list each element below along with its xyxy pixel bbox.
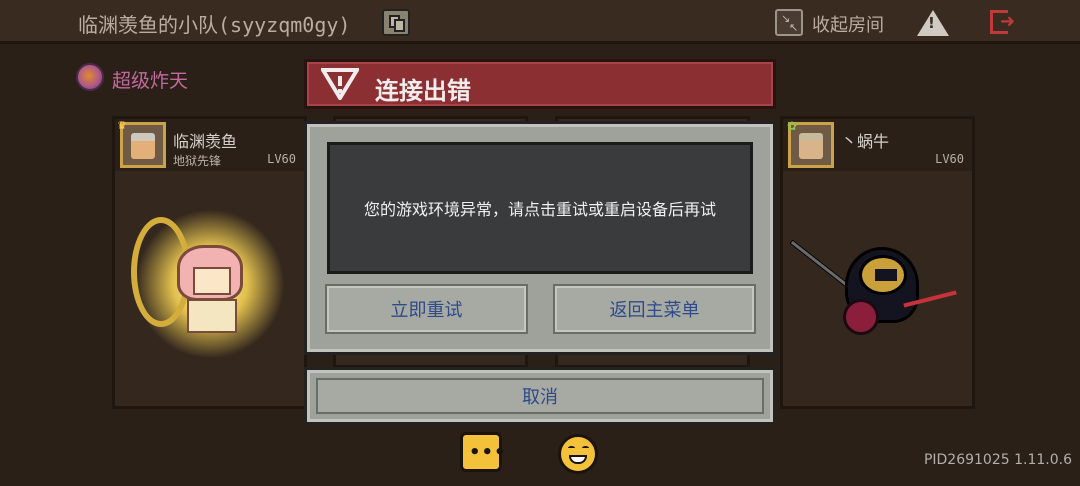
character-face xyxy=(193,267,231,295)
player-role: 地狱先锋 xyxy=(173,154,222,168)
leaf-badge-icon: ✿ xyxy=(787,119,798,133)
main-menu-button[interactable]: 返回主菜单 xyxy=(553,284,756,334)
team-title: 临渊羡鱼的小队(syyzqm0gy) xyxy=(78,13,351,37)
grin-emoji-icon[interactable] xyxy=(558,434,598,474)
warning-shield-icon xyxy=(321,68,359,100)
player-card-header: ✿ 丶蜗牛 LV60 xyxy=(783,119,972,171)
retry-button[interactable]: 立即重试 xyxy=(325,284,528,334)
mode-badge-icon xyxy=(76,63,104,91)
copy-icon[interactable] xyxy=(382,9,410,36)
player-name: 丶蜗牛 xyxy=(841,132,890,151)
player-card[interactable]: ♛ 临渊羡鱼 地狱先锋 LV60 xyxy=(112,116,307,409)
avatar: ♛ xyxy=(117,119,166,168)
collapse-room-button[interactable]: 收起房间 xyxy=(812,11,884,37)
exit-arrow-icon[interactable]: ➜ xyxy=(1000,11,1015,32)
player-card-header: ♛ 临渊羡鱼 地狱先锋 LV60 xyxy=(115,119,304,171)
player-level: LV60 xyxy=(935,152,964,166)
cancel-panel: 取消 xyxy=(304,367,776,425)
character-body xyxy=(187,299,237,333)
cancel-button[interactable]: 取消 xyxy=(316,378,764,414)
character-shield xyxy=(843,299,879,335)
chat-bubble-icon[interactable]: ••• xyxy=(460,432,506,472)
collapse-arrows-icon[interactable]: ↘ ↖ xyxy=(775,9,803,36)
warning-mark: ! xyxy=(928,14,935,32)
player-level: LV60 xyxy=(267,152,296,166)
error-dialog-title-bar: 连接出错 xyxy=(304,59,776,109)
top-bar: 临渊羡鱼的小队(syyzqm0gy) ↘ ↖ 收起房间 ! ➜ xyxy=(0,0,1080,44)
character-eye xyxy=(875,269,897,281)
game-mode-label: 超级炸天 xyxy=(112,70,189,92)
avatar: ✿ xyxy=(787,119,834,168)
version-label: PID2691025 1.11.0.6 xyxy=(923,452,1072,468)
player-name: 临渊羡鱼 xyxy=(173,132,238,151)
player-card[interactable]: ✿ 丶蜗牛 LV60 xyxy=(780,116,975,409)
error-dialog: 您的游戏环境异常，请点击重试或重启设备后再试 立即重试 返回主菜单 xyxy=(304,121,776,355)
dialog-message-box: 您的游戏环境异常，请点击重试或重启设备后再试 xyxy=(327,142,753,274)
leader-crown-icon: ♛ xyxy=(117,119,127,132)
dialog-title: 连接出错 xyxy=(375,77,471,105)
dialog-message: 您的游戏环境异常，请点击重试或重启设备后再试 xyxy=(363,200,716,219)
